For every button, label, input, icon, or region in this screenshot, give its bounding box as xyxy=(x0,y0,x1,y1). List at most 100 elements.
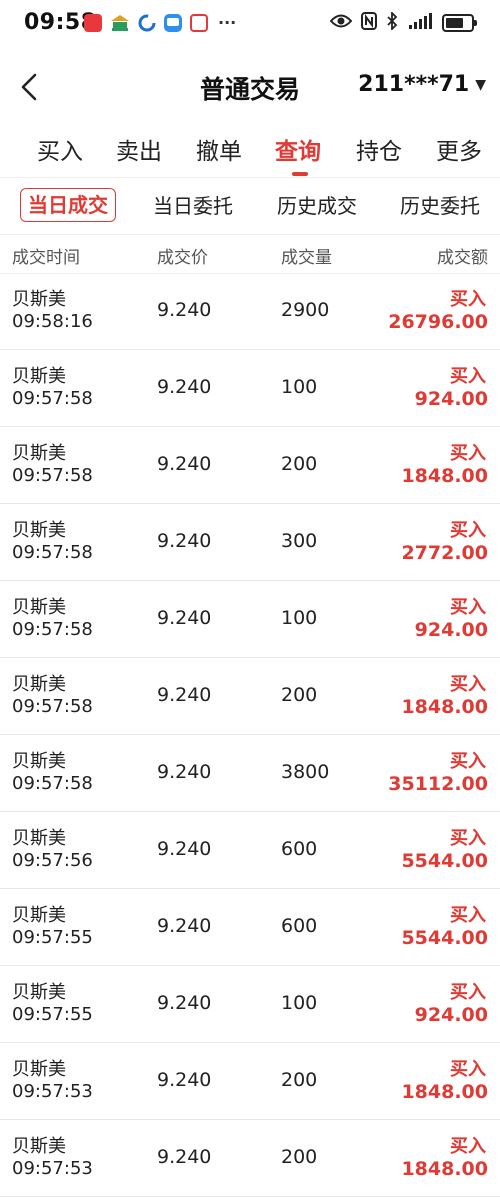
trade-amount: 1848.00 xyxy=(401,1081,488,1103)
trade-amount: 1848.00 xyxy=(401,1158,488,1180)
caret-down-icon: ▼ xyxy=(475,76,486,93)
subtab-history-trades[interactable]: 历史成交 xyxy=(277,190,357,222)
eye-icon xyxy=(329,13,353,33)
stock-name: 贝斯美 xyxy=(12,366,66,387)
trade-amount: 2772.00 xyxy=(401,542,488,564)
trade-side: 买入 xyxy=(450,905,486,926)
trade-volume: 600 xyxy=(281,915,318,937)
trade-volume: 100 xyxy=(281,607,318,629)
subtab-history-orders[interactable]: 历史委托 xyxy=(400,190,480,222)
trade-side: 买入 xyxy=(450,1136,486,1157)
red-box-icon xyxy=(190,13,208,32)
table-row[interactable]: 贝斯美 09:58:16 9.240 2900 买入 26796.00 xyxy=(0,273,500,350)
blue-c-icon xyxy=(138,14,156,32)
trade-price: 9.240 xyxy=(157,607,212,629)
tab-query[interactable]: 查询 xyxy=(275,132,321,166)
trade-amount: 924.00 xyxy=(414,619,488,641)
trade-volume: 300 xyxy=(281,530,318,552)
trade-side: 买入 xyxy=(450,520,486,541)
tab-more[interactable]: 更多 xyxy=(436,132,482,166)
trade-amount: 5544.00 xyxy=(401,927,488,949)
query-sub-tabs: 当日成交 当日委托 历史成交 历史委托 xyxy=(0,186,500,226)
table-row[interactable]: 贝斯美 09:57:58 9.240 100 买入 924.00 xyxy=(0,581,500,658)
account-selector[interactable]: 211***71 ▼ xyxy=(358,72,486,97)
tabs-divider xyxy=(0,177,500,178)
table-row[interactable]: 贝斯美 09:57:58 9.240 100 买入 924.00 xyxy=(0,350,500,427)
trade-list: 贝斯美 09:58:16 9.240 2900 买入 26796.00 贝斯美 … xyxy=(0,273,500,1197)
trade-time: 09:57:58 xyxy=(12,465,93,486)
trade-volume: 100 xyxy=(281,992,318,1014)
trade-price: 9.240 xyxy=(157,838,212,860)
stock-name: 贝斯美 xyxy=(12,1136,66,1157)
stock-name: 贝斯美 xyxy=(12,520,66,541)
active-tab-indicator xyxy=(292,172,308,176)
trade-amount: 1848.00 xyxy=(401,696,488,718)
stock-name: 贝斯美 xyxy=(12,597,66,618)
trade-price: 9.240 xyxy=(157,299,212,321)
stock-name: 贝斯美 xyxy=(12,289,66,310)
subtab-today-orders[interactable]: 当日委托 xyxy=(153,190,233,222)
table-row[interactable]: 贝斯美 09:57:58 9.240 200 买入 1848.00 xyxy=(0,427,500,504)
stock-name: 贝斯美 xyxy=(12,905,66,926)
column-header-price: 成交价 xyxy=(157,248,208,268)
trade-volume: 2900 xyxy=(281,299,330,321)
subtab-today-trades[interactable]: 当日成交 xyxy=(20,188,116,222)
trade-side: 买入 xyxy=(450,1059,486,1080)
tab-buy[interactable]: 买入 xyxy=(37,132,83,166)
trade-side: 买入 xyxy=(450,751,486,772)
main-tabs: 买入 卖出 撤单 查询 持仓 更多 xyxy=(0,128,500,176)
table-row[interactable]: 贝斯美 09:57:56 9.240 600 买入 5544.00 xyxy=(0,812,500,889)
trade-volume: 600 xyxy=(281,838,318,860)
trade-price: 9.240 xyxy=(157,530,212,552)
table-row[interactable]: 贝斯美 09:57:55 9.240 600 买入 5544.00 xyxy=(0,889,500,966)
trade-price: 9.240 xyxy=(157,1069,212,1091)
table-row[interactable]: 贝斯美 09:57:58 9.240 200 买入 1848.00 xyxy=(0,658,500,735)
trade-volume: 200 xyxy=(281,684,318,706)
trade-amount: 5544.00 xyxy=(401,850,488,872)
trade-amount: 924.00 xyxy=(414,388,488,410)
trade-side: 买入 xyxy=(450,443,486,464)
status-bar: 09:58 ··· xyxy=(0,0,500,46)
tab-positions[interactable]: 持仓 xyxy=(356,132,402,166)
trade-side: 买入 xyxy=(450,597,486,618)
trade-time: 09:57:58 xyxy=(12,696,93,717)
trade-volume: 200 xyxy=(281,453,318,475)
more-notifications-icon: ··· xyxy=(218,13,237,32)
table-row[interactable]: 贝斯美 09:57:55 9.240 100 买入 924.00 xyxy=(0,966,500,1043)
trade-price: 9.240 xyxy=(157,453,212,475)
trade-price: 9.240 xyxy=(157,684,212,706)
trade-side: 买入 xyxy=(450,366,486,387)
table-row[interactable]: 贝斯美 09:57:58 9.240 3800 买入 35112.00 xyxy=(0,735,500,812)
battery-icon xyxy=(442,14,477,32)
trade-side: 买入 xyxy=(450,674,486,695)
column-header-amount: 成交额 xyxy=(437,248,488,268)
trade-price: 9.240 xyxy=(157,992,212,1014)
trade-time: 09:57:55 xyxy=(12,927,93,948)
column-header-volume: 成交量 xyxy=(281,248,332,268)
trade-volume: 3800 xyxy=(281,761,330,783)
table-row[interactable]: 贝斯美 09:57:58 9.240 300 买入 2772.00 xyxy=(0,504,500,581)
stock-name: 贝斯美 xyxy=(12,674,66,695)
column-header-time: 成交时间 xyxy=(12,248,80,268)
trade-time: 09:57:56 xyxy=(12,850,93,871)
trade-volume: 100 xyxy=(281,376,318,398)
table-row[interactable]: 贝斯美 09:57:53 9.240 200 买入 1848.00 xyxy=(0,1043,500,1120)
nfc-icon xyxy=(361,12,377,34)
stock-name: 贝斯美 xyxy=(12,982,66,1003)
tab-sell[interactable]: 卖出 xyxy=(116,132,162,166)
stock-name: 贝斯美 xyxy=(12,443,66,464)
trade-time: 09:57:58 xyxy=(12,388,93,409)
chat-bubble-icon xyxy=(164,13,182,32)
trade-volume: 200 xyxy=(281,1069,318,1091)
trade-time: 09:57:53 xyxy=(12,1158,93,1179)
trade-side: 买入 xyxy=(450,289,486,310)
notification-icons: ··· xyxy=(84,13,236,32)
trade-price: 9.240 xyxy=(157,376,212,398)
table-header: 成交时间 成交价 成交量 成交额 xyxy=(0,234,500,274)
trade-price: 9.240 xyxy=(157,1146,212,1168)
trade-time: 09:57:58 xyxy=(12,542,93,563)
bank-icon xyxy=(110,14,130,32)
tab-cancel[interactable]: 撤单 xyxy=(196,132,242,166)
trade-amount: 1848.00 xyxy=(401,465,488,487)
trade-time: 09:57:53 xyxy=(12,1081,93,1102)
